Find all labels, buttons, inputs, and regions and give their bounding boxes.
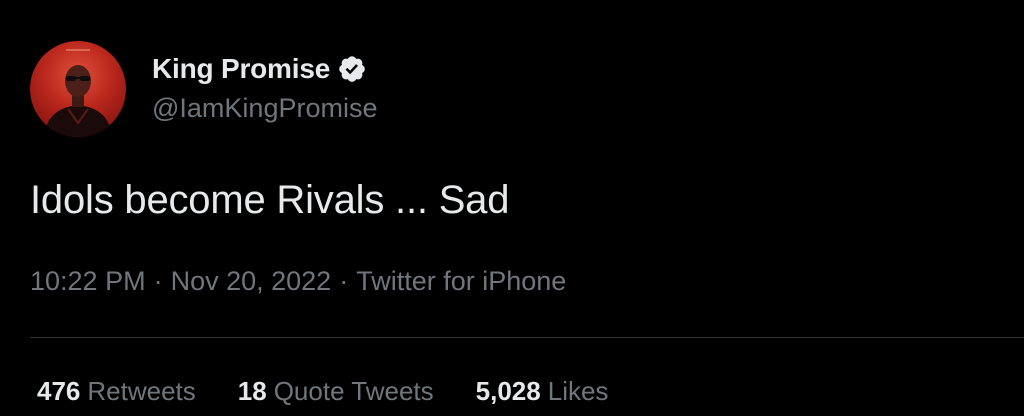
likes-label: Likes [547, 376, 609, 406]
quote-tweets-label: Quote Tweets [273, 376, 434, 406]
retweets-label: Retweets [87, 376, 196, 406]
author-handle[interactable]: @IamKingPromise [152, 93, 377, 124]
meta-separator: · [339, 266, 349, 296]
quote-tweets-stat[interactable]: 18 Quote Tweets [238, 376, 434, 407]
retweets-stat[interactable]: 476 Retweets [37, 376, 196, 407]
tweet-text: Idols become Rivals ... Sad [30, 178, 510, 222]
tweet-time[interactable]: 10:22 PM [30, 266, 146, 296]
tweet-source[interactable]: Twitter for iPhone [356, 266, 566, 296]
author-name-row: King Promise [152, 52, 367, 86]
tweet-date[interactable]: Nov 20, 2022 [171, 266, 332, 296]
avatar-portrait-icon [44, 49, 112, 137]
divider [30, 337, 1024, 338]
likes-stat[interactable]: 5,028 Likes [476, 376, 609, 407]
retweets-count: 476 [37, 376, 81, 406]
tweet-stats: 476 Retweets 18 Quote Tweets 5,028 Likes [37, 376, 650, 407]
tweet-card: King Promise @IamKingPromise Idols becom… [0, 0, 1024, 416]
verified-badge-icon [337, 54, 367, 84]
likes-count: 5,028 [475, 376, 541, 406]
avatar[interactable] [30, 41, 126, 137]
author-display-name[interactable]: King Promise [152, 53, 330, 85]
quote-tweets-count: 18 [237, 376, 267, 406]
meta-separator: · [153, 266, 163, 296]
tweet-meta: 10:22 PM · Nov 20, 2022 · Twitter for iPhone [30, 266, 566, 297]
